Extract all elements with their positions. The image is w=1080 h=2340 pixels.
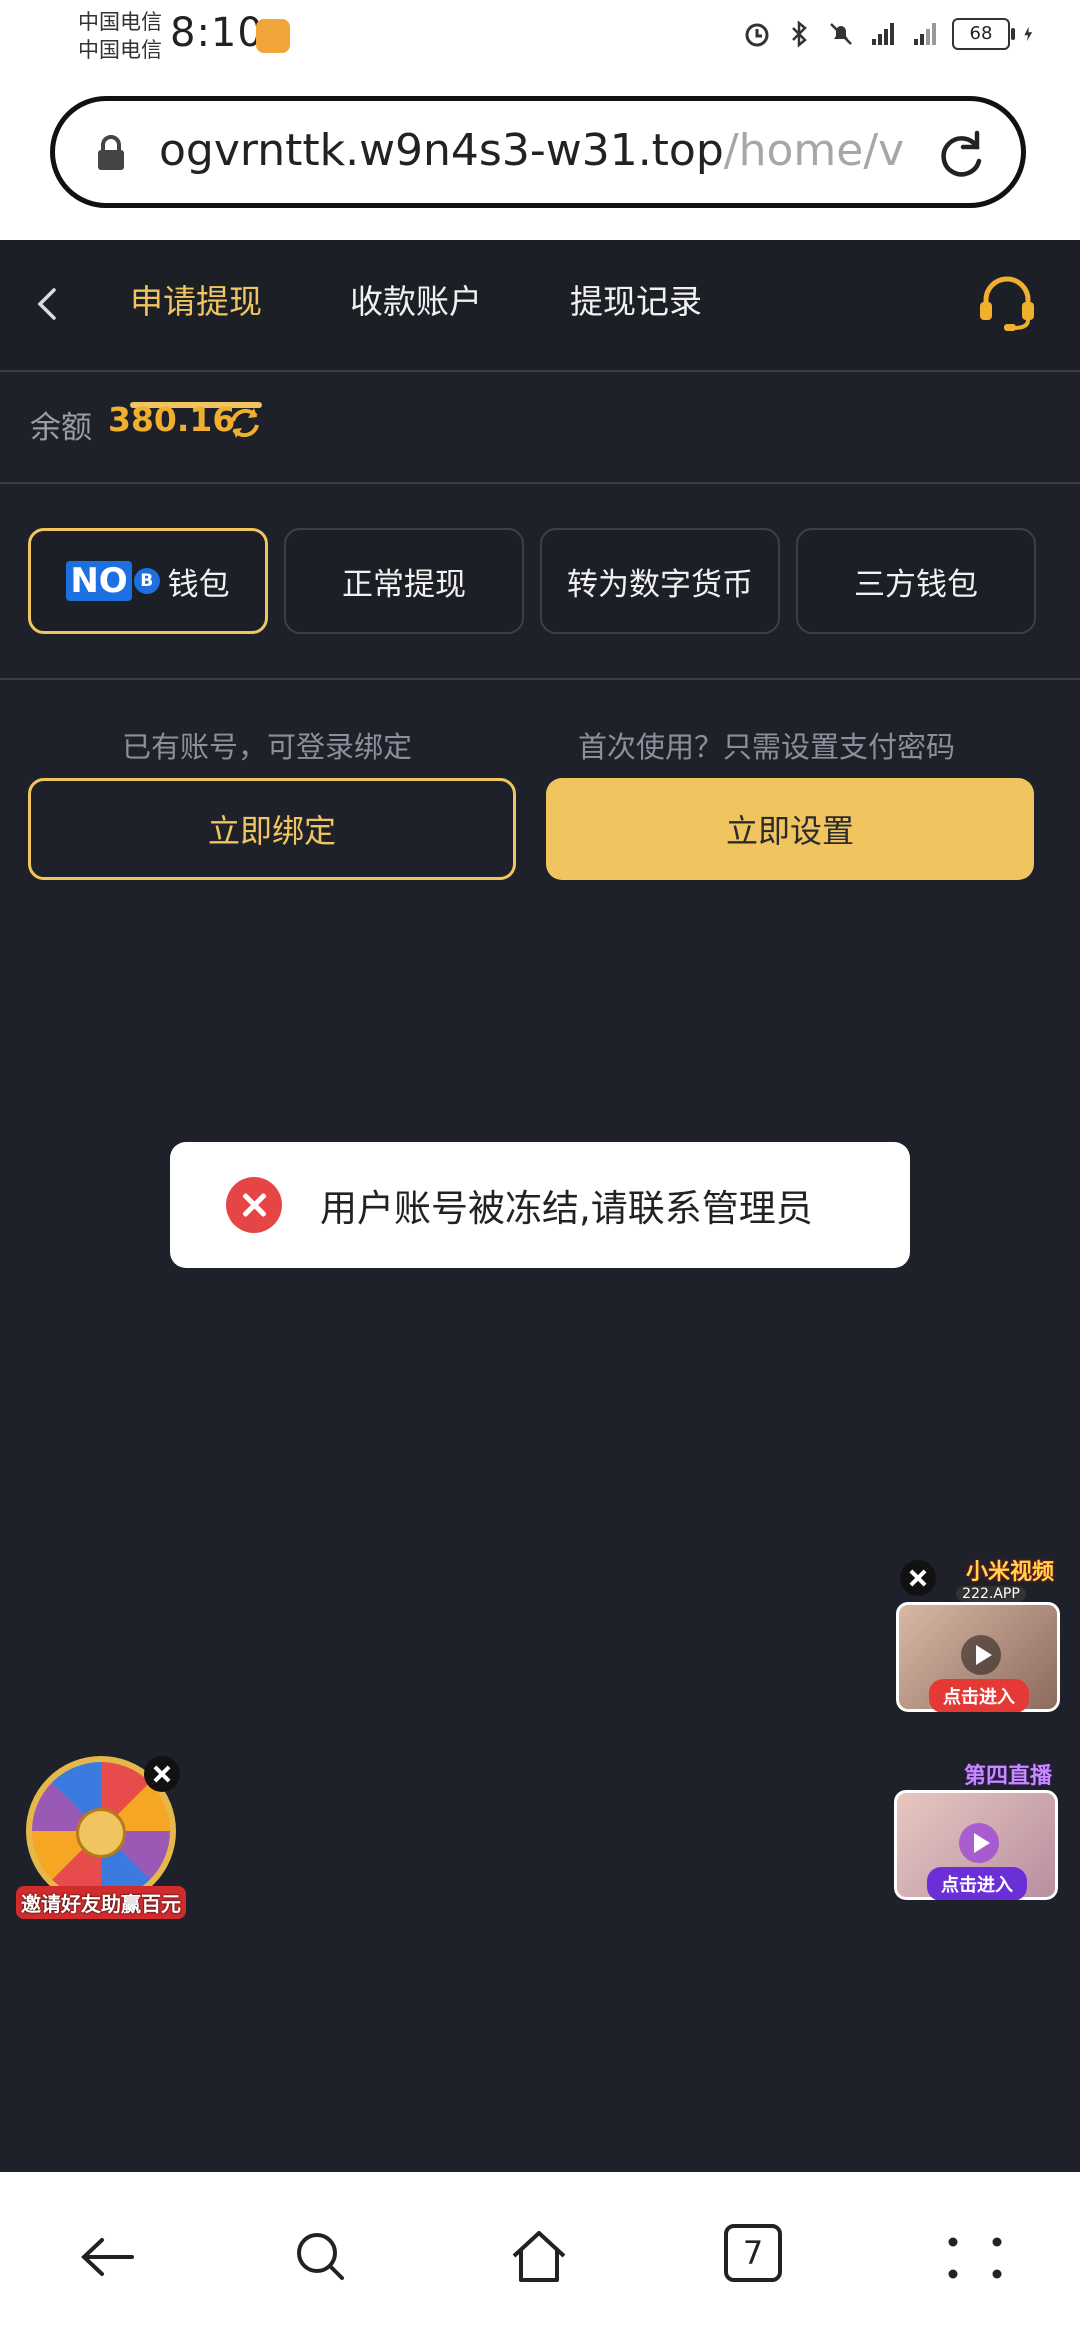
bind-hint: 已有账号，可登录绑定 (122, 730, 413, 764)
tabs-count-button[interactable]: 7 (724, 2224, 782, 2282)
home-icon[interactable] (504, 2222, 574, 2292)
reload-icon[interactable] (931, 125, 991, 185)
method-label: 三方钱包 (854, 566, 978, 603)
ad2-title: 第四直播 (963, 1764, 1052, 1789)
search-icon[interactable] (286, 2222, 356, 2292)
balance-value: 380.16 (108, 400, 236, 439)
bind-now-button[interactable]: 立即绑定 (28, 778, 516, 880)
app-header: 申请提现 收款账户 提现记录 (0, 240, 1080, 408)
browser-bottom-nav: 7 (0, 2172, 1080, 2340)
clock: 8:10 (170, 10, 264, 56)
play-icon (961, 1635, 1001, 1675)
toast-message: 用户账号被冻结,请联系管理员 (320, 1187, 813, 1230)
ad2-thumbnail: 点击进入 (894, 1790, 1058, 1900)
status-bar: 中国电信 中国电信 8:10 68 (0, 0, 1080, 88)
set-password-hint: 首次使用？只需设置支付密码 (578, 730, 956, 764)
bluetooth-icon (792, 20, 807, 48)
error-toast: 用户账号被冻结,请联系管理员 (170, 1142, 910, 1268)
signal-icon-2 (914, 23, 936, 45)
ad2-enter-button[interactable]: 点击进入 (927, 1867, 1027, 1900)
wheel-promo-label: 邀请好友助赢百元 (16, 1886, 186, 1919)
error-icon (226, 1177, 282, 1233)
url-host: ogvrnttk.w9n4s3-w31.top (159, 125, 724, 176)
url-path: /home/v (723, 125, 905, 176)
close-wheel-promo-icon[interactable] (144, 1756, 180, 1792)
tab-receiving-account[interactable]: 收款账户 (350, 280, 482, 366)
close-ad-icon[interactable] (900, 1560, 936, 1596)
method-digital-currency[interactable]: 转为数字货币 (540, 528, 780, 634)
carrier-1: 中国电信 (78, 10, 162, 34)
mute-icon (830, 23, 852, 45)
balance-row: 余额 380.16 (0, 372, 1080, 484)
method-normal-withdraw[interactable]: 正常提现 (284, 528, 524, 634)
method-no-wallet[interactable]: NO 钱包 (28, 528, 268, 634)
method-label: 转为数字货币 (567, 566, 753, 603)
play-icon (959, 1823, 999, 1863)
address-bar[interactable]: ogvrnttk.w9n4s3-w31.top/home/v (50, 96, 1026, 208)
charging-icon (1024, 26, 1033, 42)
coin-icon (133, 568, 160, 594)
balance-label: 余额 (30, 410, 92, 446)
app-notification-icon (256, 19, 290, 53)
browser-toolbar: ogvrnttk.w9n4s3-w31.top/home/v (0, 88, 1080, 240)
no-wallet-logo: NO (66, 561, 160, 601)
carrier-2: 中国电信 (78, 38, 162, 62)
withdraw-tabs: 申请提现 收款账户 提现记录 (130, 280, 790, 408)
refresh-icon[interactable] (226, 404, 264, 442)
method-label: 正常提现 (342, 566, 466, 603)
ad-live-stream[interactable]: 第四直播 点击进入 (894, 1758, 1058, 1900)
set-now-button[interactable]: 立即设置 (546, 778, 1034, 880)
ad1-thumbnail: 点击进入 (896, 1602, 1060, 1712)
tab-apply-withdraw[interactable]: 申请提现 (130, 280, 262, 408)
status-icons: 68 (742, 18, 1040, 50)
withdraw-methods: NO 钱包 正常提现 转为数字货币 三方钱包 (0, 484, 1080, 680)
no-logo-text: NO (66, 561, 132, 601)
more-menu-icon[interactable] (940, 2222, 1010, 2292)
method-label: 钱包 (167, 566, 230, 603)
wheel-center (76, 1808, 126, 1858)
headset-support-icon[interactable] (974, 270, 1040, 336)
battery-indicator: 68 (952, 18, 1015, 50)
carrier-info: 中国电信 中国电信 (78, 8, 162, 64)
ad1-subtitle: 222.APP (956, 1586, 1026, 1602)
tab-withdraw-records[interactable]: 提现记录 (570, 280, 702, 366)
back-icon[interactable] (72, 2222, 142, 2292)
method-third-party-wallet[interactable]: 三方钱包 (796, 528, 1036, 634)
lock-icon (98, 135, 124, 170)
ad1-enter-button[interactable]: 点击进入 (929, 1679, 1029, 1712)
back-arrow-icon[interactable] (30, 284, 64, 324)
url-text[interactable]: ogvrnttk.w9n4s3-w31.top/home/v (159, 125, 939, 176)
alarm-icon (745, 23, 769, 47)
signal-icon (872, 23, 894, 45)
